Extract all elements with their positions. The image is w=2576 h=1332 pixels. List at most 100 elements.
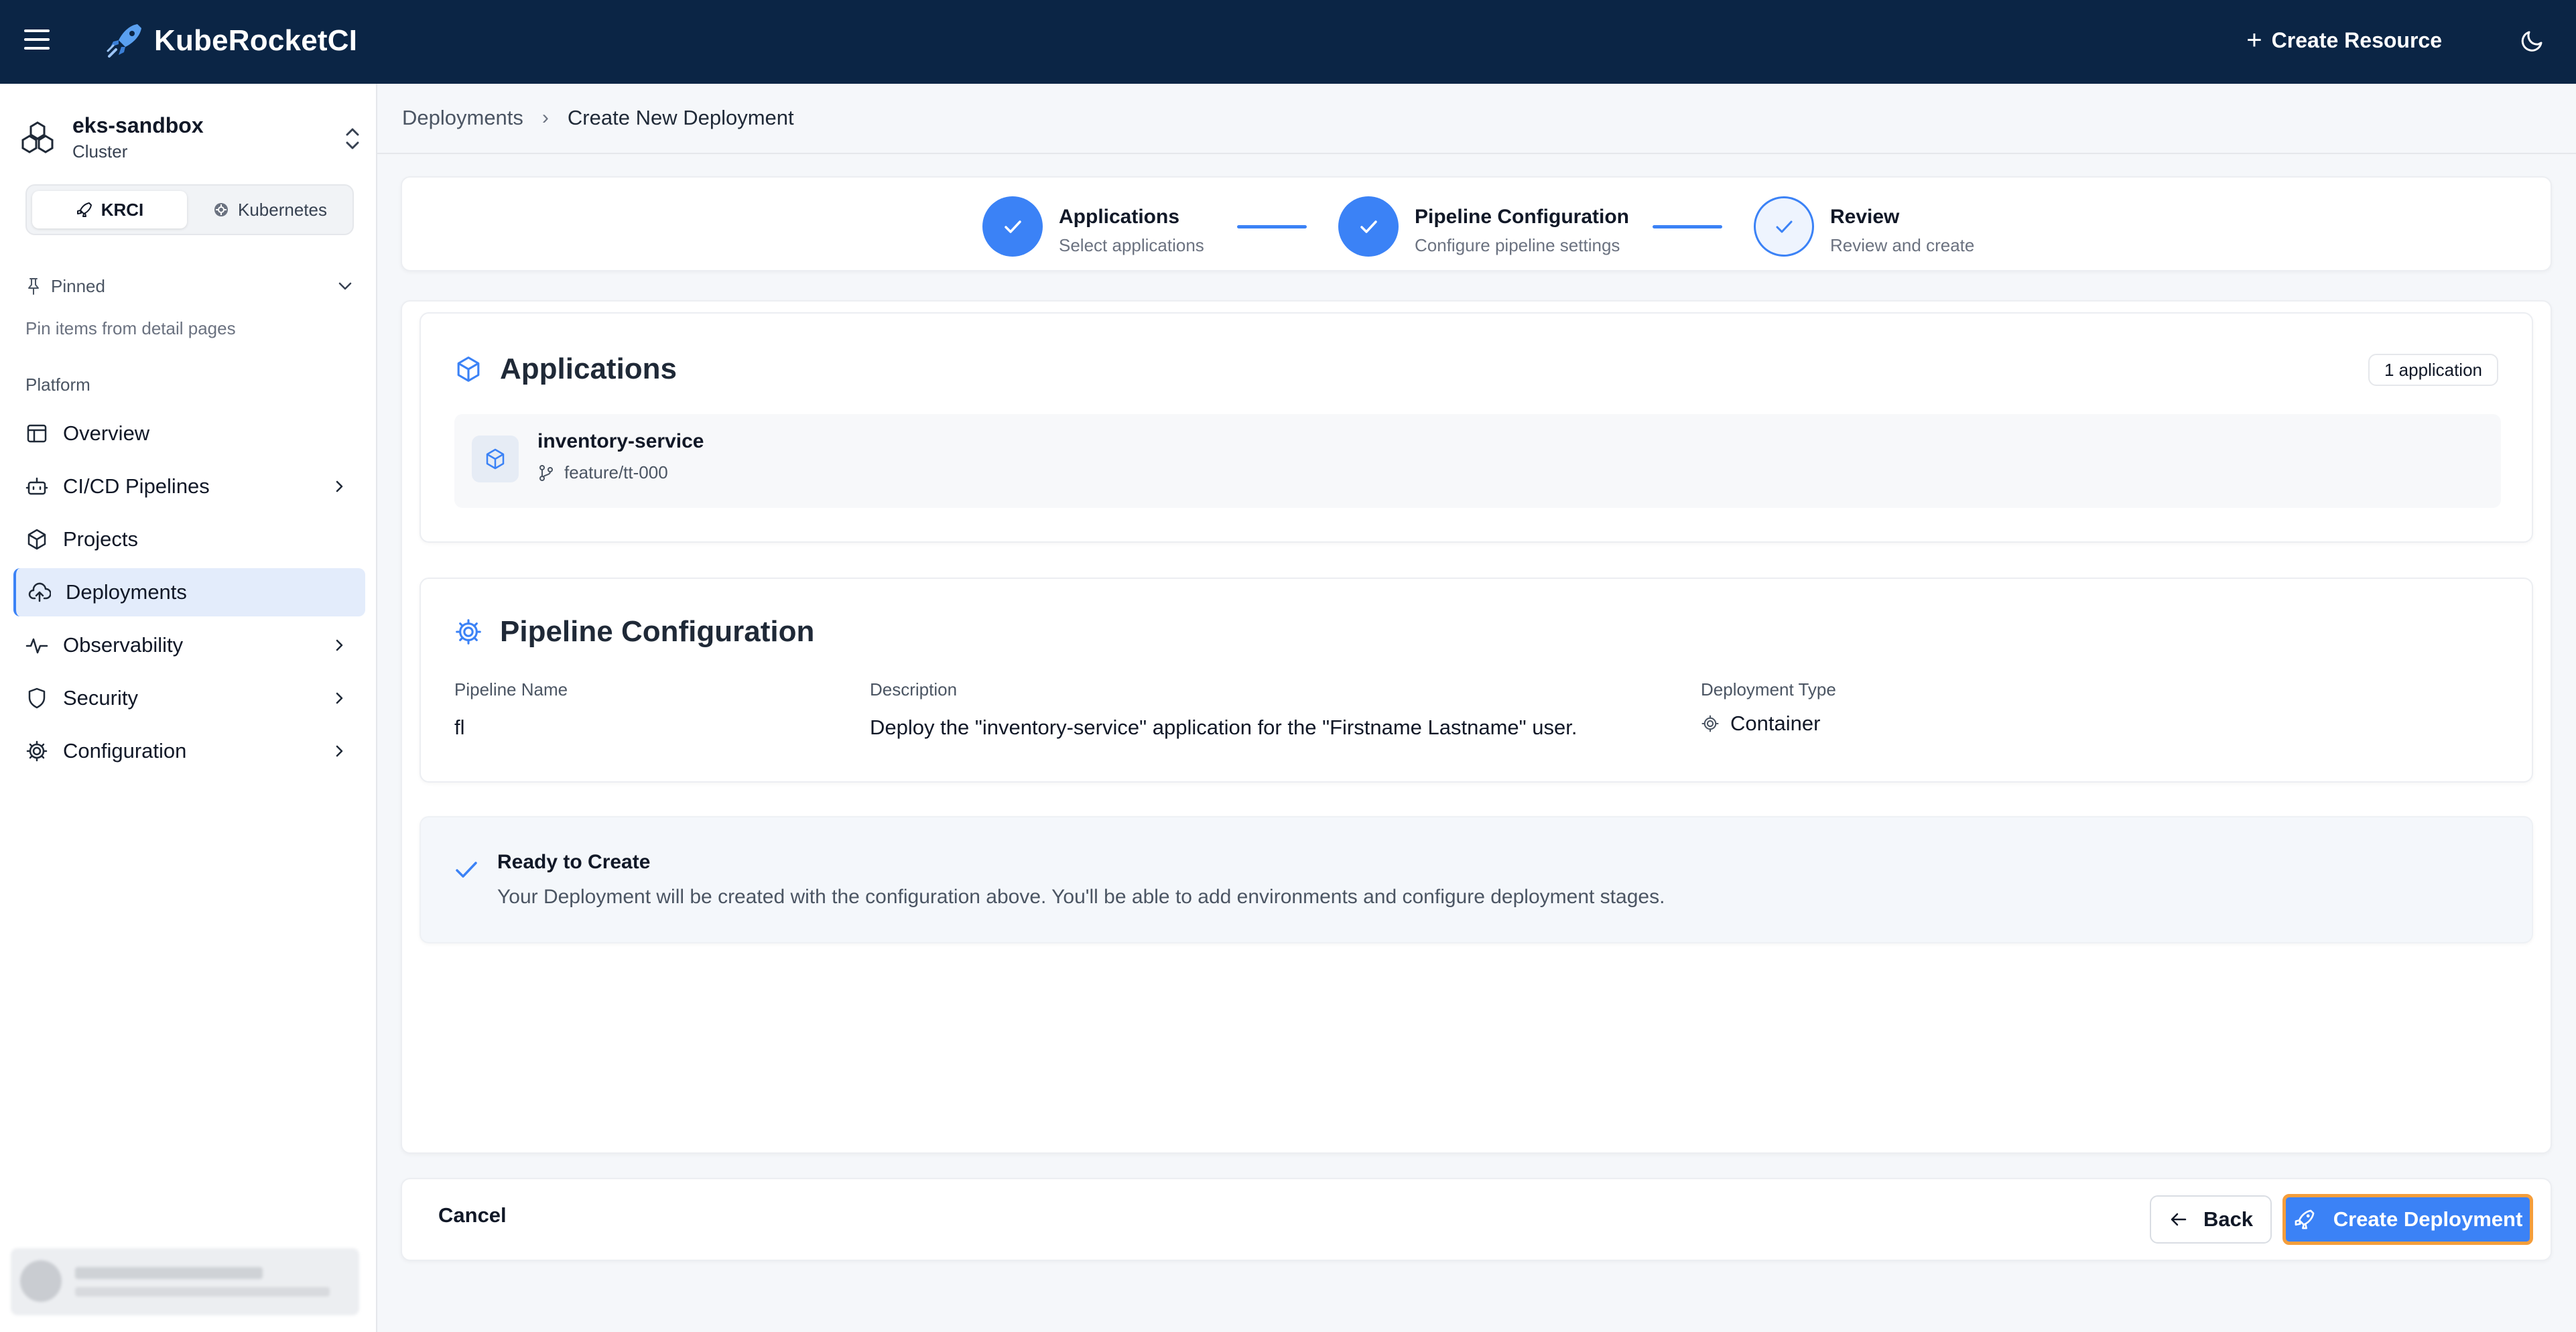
box-icon xyxy=(27,529,46,550)
check-icon xyxy=(1754,196,1814,257)
back-button[interactable]: Back xyxy=(2150,1195,2272,1244)
sidebar-item-deployments[interactable]: Deployments xyxy=(13,568,365,616)
segment-label: Kubernetes xyxy=(238,199,327,220)
arrow-left-icon xyxy=(2171,1213,2187,1226)
sidebar-item-label: Overview xyxy=(63,421,150,445)
sidebar-item-label: Projects xyxy=(63,527,138,551)
deployment-type-label: Deployment Type xyxy=(1701,679,1836,700)
segment-label: KRCI xyxy=(101,199,144,220)
deployment-type-value: Container xyxy=(1701,712,1820,736)
avatar xyxy=(20,1260,62,1302)
sidebar-item-overview[interactable]: Overview xyxy=(13,409,365,458)
moon-icon[interactable] xyxy=(2520,27,2547,54)
list-item: inventory-service feature/tt-000 xyxy=(454,414,2501,508)
sidebar-item-label: Deployments xyxy=(66,580,187,604)
segment-kubernetes[interactable]: Kubernetes xyxy=(192,191,347,228)
sidebar-item-label: Observability xyxy=(63,633,184,657)
ready-title: Ready to Create xyxy=(497,851,651,873)
section-header: Applications xyxy=(454,352,677,386)
segment-krci[interactable]: KRCI xyxy=(32,191,187,228)
top-header: KubeRocketCI + Create Resource xyxy=(0,0,2576,84)
kubernetes-icon xyxy=(214,203,228,216)
box-icon xyxy=(472,436,519,482)
pinned-label: Pinned xyxy=(51,275,105,296)
cloud-upload-icon xyxy=(28,582,51,602)
section-title: Applications xyxy=(500,352,678,385)
check-icon xyxy=(982,196,1043,257)
sidebar-item-label: Configuration xyxy=(63,739,187,762)
bot-icon xyxy=(25,477,48,495)
create-deployment-button[interactable]: Create Deployment xyxy=(2282,1194,2533,1245)
chevrons-up-down-icon xyxy=(346,128,359,149)
ready-to-create-notice: Ready to Create Your Deployment will be … xyxy=(420,816,2533,943)
step-connector xyxy=(1237,225,1307,228)
user-profile-blurred[interactable] xyxy=(11,1248,359,1315)
rocket-logo-icon xyxy=(107,24,141,58)
wizard-stepper: Applications Select applications Pipelin… xyxy=(401,176,2552,271)
rocket-icon xyxy=(2295,1209,2315,1229)
chevron-right-icon: › xyxy=(541,107,549,129)
cluster-type: Cluster xyxy=(72,141,128,161)
section-label-platform: Platform xyxy=(25,375,90,395)
section-title: Pipeline Configuration xyxy=(500,615,815,648)
chevron-right-icon xyxy=(336,480,343,492)
cancel-button[interactable]: Cancel xyxy=(438,1203,507,1227)
cluster-switcher[interactable]: eks-sandbox Cluster xyxy=(20,108,362,168)
sidebar-item-observability[interactable]: Observability xyxy=(13,621,365,669)
activity-icon xyxy=(25,638,48,654)
step-title: Review xyxy=(1830,206,1900,228)
sidebar-item-configuration[interactable]: Configuration xyxy=(13,727,365,775)
step-title: Pipeline Configuration xyxy=(1415,206,1629,228)
brand-name: KubeRocketCI xyxy=(154,24,358,57)
pinned-toggle[interactable]: Pinned xyxy=(25,273,354,299)
back-label: Back xyxy=(2203,1207,2254,1231)
chevron-right-icon xyxy=(336,639,343,651)
layout-icon xyxy=(27,424,47,443)
chevron-down-icon xyxy=(338,282,352,290)
chevron-right-icon xyxy=(336,692,343,704)
application-name: inventory-service xyxy=(537,430,704,452)
create-deployment-label: Create Deployment xyxy=(2333,1207,2523,1231)
step-title: Applications xyxy=(1059,206,1180,228)
breadcrumb: Deployments › Create New Deployment xyxy=(402,106,794,130)
pipeline-name-label: Pipeline Name xyxy=(454,679,568,700)
divider xyxy=(377,153,2576,154)
deployment-type-text: Container xyxy=(1730,712,1821,735)
description-label: Description xyxy=(870,679,958,700)
wizard-footer: Cancel Back Create Deployment xyxy=(401,1178,2552,1261)
step-subtitle: Select applications xyxy=(1059,235,1204,255)
sidebar-item-cicd-pipelines[interactable]: CI/CD Pipelines xyxy=(13,462,365,511)
gear-icon xyxy=(1701,715,1719,732)
ready-text: Your Deployment will be created with the… xyxy=(497,886,1665,908)
shield-icon xyxy=(28,687,46,709)
pinned-hint: Pin items from detail pages xyxy=(25,318,236,338)
section-header: Pipeline Configuration xyxy=(454,615,814,649)
branch-name: feature/tt-000 xyxy=(564,462,668,482)
step-subtitle: Configure pipeline settings xyxy=(1415,235,1620,255)
create-resource-button[interactable]: + Create Resource xyxy=(2246,27,2442,54)
pipeline-configuration-section: Pipeline Configuration Pipeline Name fl … xyxy=(420,578,2533,783)
application-count-badge: 1 application xyxy=(2368,354,2498,386)
description-value: Deploy the "inventory-service" applicati… xyxy=(870,716,1577,739)
cluster-name: eks-sandbox xyxy=(72,113,204,137)
sidebar: eks-sandbox Cluster KRCI Kubernetes Pinn… xyxy=(0,84,377,1332)
chevron-right-icon xyxy=(336,745,343,757)
sidebar-item-security[interactable]: Security xyxy=(13,674,365,722)
gear-icon xyxy=(26,740,48,762)
step-subtitle: Review and create xyxy=(1830,235,1975,255)
menu-icon[interactable] xyxy=(24,29,50,50)
plus-icon: + xyxy=(2246,25,2262,55)
application-branch: feature/tt-000 xyxy=(537,462,668,483)
check-icon xyxy=(456,862,477,878)
check-icon xyxy=(1338,196,1399,257)
create-resource-label: Create Resource xyxy=(2271,27,2442,52)
applications-section: Applications 1 application inventory-ser… xyxy=(420,312,2533,543)
gear-icon xyxy=(456,619,481,645)
git-branch-icon xyxy=(539,464,553,481)
box-icon xyxy=(457,356,480,382)
breadcrumb-deployments[interactable]: Deployments xyxy=(402,106,523,130)
breadcrumb-current: Create New Deployment xyxy=(567,106,794,129)
pipeline-name-value: fl xyxy=(454,716,465,739)
sidebar-item-projects[interactable]: Projects xyxy=(13,515,365,563)
pin-icon xyxy=(28,278,39,295)
